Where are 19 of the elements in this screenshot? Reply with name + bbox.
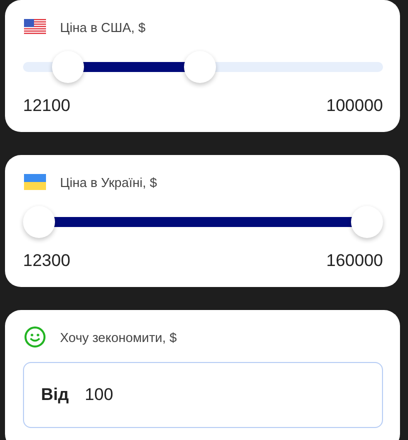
ua-flag-icon [24,174,46,190]
min-value: 12100 [23,96,70,116]
slider-thumb[interactable] [184,51,216,83]
field-label: Від [41,385,69,405]
slider-thumb[interactable] [351,206,383,238]
max-value: 160000 [326,251,383,271]
card-title: Хочу зекономити, $ [60,330,177,344]
range-slider[interactable] [23,50,383,84]
amount-field[interactable]: Від 100 [23,362,383,428]
min-value: 12300 [23,251,70,271]
card-title: Ціна в Україні, $ [60,174,157,190]
card-title: Ціна в США, $ [60,20,146,34]
slider-thumb[interactable] [23,206,55,238]
smiley-icon [24,326,46,348]
amount-input[interactable]: 100 [84,385,165,405]
slider-thumb[interactable] [52,51,84,83]
max-value: 100000 [326,96,383,116]
us-flag-icon [24,19,46,35]
range-slider[interactable] [23,205,383,239]
